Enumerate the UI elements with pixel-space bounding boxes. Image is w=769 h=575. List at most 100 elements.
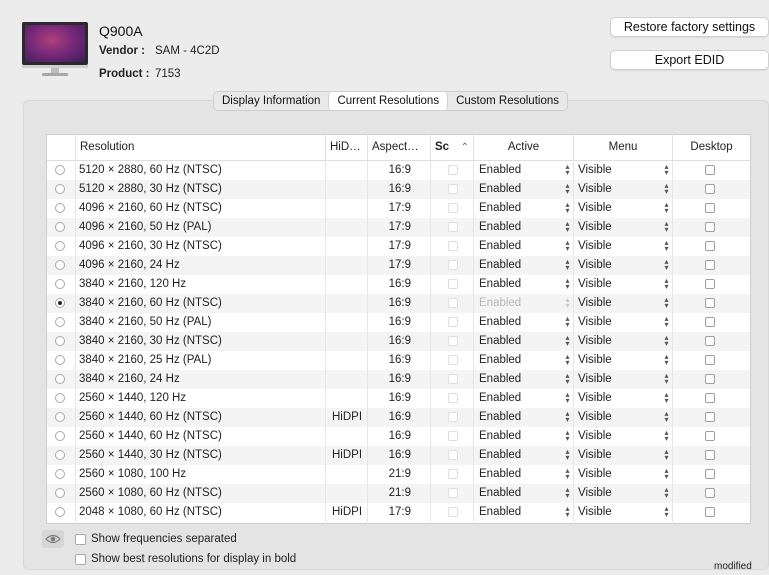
header-hidpi[interactable]: HiD… — [326, 135, 368, 160]
table-row[interactable]: 2560 × 1080, 60 Hz (NTSC) 21:9 Enabled ▴ ▾ Vi… — [47, 484, 750, 503]
row-select-radio[interactable] — [55, 279, 65, 289]
table-row[interactable]: 5120 × 2880, 30 Hz (NTSC) 16:9 Enabled ▴ ▾ Vi… — [47, 180, 750, 199]
desktop-checkbox[interactable] — [705, 241, 715, 251]
menu-popup[interactable]: Visible — [578, 484, 658, 503]
table-row[interactable]: 3840 × 2160, 50 Hz (PAL) 16:9 Enabled ▴ ▾ Vis… — [47, 313, 750, 332]
active-popup[interactable]: Enabled — [479, 237, 559, 256]
table-row[interactable]: 4096 × 2160, 60 Hz (NTSC) 17:9 Enabled ▴ ▾ Vi… — [47, 199, 750, 218]
table-row[interactable]: 2048 × 1080, 60 Hz (NTSC) HiDPI 17:9 Enable… — [47, 503, 750, 522]
menu-popup[interactable]: Visible — [578, 465, 658, 484]
active-popup[interactable]: Enabled — [479, 161, 559, 180]
table-row[interactable]: 3840 × 2160, 60 Hz (NTSC) 16:9 Enabled ▴ ▾ Vi… — [47, 294, 750, 313]
menu-popup[interactable]: Visible — [578, 294, 658, 313]
row-select-radio[interactable] — [55, 507, 65, 517]
table-row[interactable]: 2560 × 1440, 60 Hz (NTSC) HiDPI 16:9 Enable… — [47, 408, 750, 427]
show-frequencies-checkbox[interactable] — [75, 534, 86, 545]
row-select-radio[interactable] — [55, 336, 65, 346]
desktop-checkbox[interactable] — [705, 336, 715, 346]
header-sc[interactable]: Sc ⌃ — [431, 135, 474, 160]
menu-popup[interactable]: Visible — [578, 256, 658, 275]
row-select-radio[interactable] — [55, 222, 65, 232]
menu-popup[interactable]: Visible — [578, 313, 658, 332]
menu-popup[interactable]: Visible — [578, 370, 658, 389]
table-row[interactable]: 2560 × 1080, 100 Hz 21:9 Enabled ▴ ▾ Visible ▴… — [47, 465, 750, 484]
active-popup[interactable]: Enabled — [479, 332, 559, 351]
table-row[interactable]: 3840 × 2160, 30 Hz (NTSC) 16:9 Enabled ▴ ▾ Vi… — [47, 332, 750, 351]
tab-current-resolutions[interactable]: Current Resolutions — [328, 92, 449, 110]
header-aspect[interactable]: Aspect… — [368, 135, 431, 160]
header-select[interactable] — [47, 135, 76, 160]
row-select-radio[interactable] — [55, 450, 65, 460]
show-best-checkbox[interactable] — [75, 554, 86, 565]
menu-popup[interactable]: Visible — [578, 218, 658, 237]
row-select-radio[interactable] — [55, 317, 65, 327]
active-popup[interactable]: Enabled — [479, 465, 559, 484]
desktop-checkbox[interactable] — [705, 203, 715, 213]
eye-button[interactable] — [42, 530, 64, 548]
menu-popup[interactable]: Visible — [578, 332, 658, 351]
menu-popup[interactable]: Visible — [578, 237, 658, 256]
menu-popup[interactable]: Visible — [578, 351, 658, 370]
active-popup[interactable]: Enabled — [479, 275, 559, 294]
active-popup[interactable]: Enabled — [479, 427, 559, 446]
active-popup[interactable]: Enabled — [479, 180, 559, 199]
row-select-radio[interactable] — [55, 260, 65, 270]
table-row[interactable]: 2560 × 1440, 60 Hz (NTSC) 16:9 Enabled ▴ ▾ Vi… — [47, 427, 750, 446]
active-popup[interactable]: Enabled — [479, 446, 559, 465]
table-row[interactable]: 3840 × 2160, 25 Hz (PAL) 16:9 Enabled ▴ ▾ Vis… — [47, 351, 750, 370]
desktop-checkbox[interactable] — [705, 222, 715, 232]
desktop-checkbox[interactable] — [705, 355, 715, 365]
desktop-checkbox[interactable] — [705, 507, 715, 517]
menu-popup[interactable]: Visible — [578, 389, 658, 408]
header-resolution[interactable]: Resolution — [76, 135, 326, 160]
menu-popup[interactable]: Visible — [578, 503, 658, 522]
active-popup[interactable]: Enabled — [479, 294, 559, 313]
header-desktop[interactable]: Desktop — [673, 135, 750, 160]
row-select-radio[interactable] — [55, 488, 65, 498]
active-popup[interactable]: Enabled — [479, 351, 559, 370]
table-row[interactable]: 4096 × 2160, 24 Hz 17:9 Enabled ▴ ▾ Visible ▴ ▾ — [47, 256, 750, 275]
active-popup[interactable]: Enabled — [479, 313, 559, 332]
desktop-checkbox[interactable] — [705, 317, 715, 327]
tab-display-information[interactable]: Display Information — [214, 92, 328, 110]
desktop-checkbox[interactable] — [705, 184, 715, 194]
header-menu[interactable]: Menu — [574, 135, 673, 160]
desktop-checkbox[interactable] — [705, 165, 715, 175]
active-popup[interactable]: Enabled — [479, 218, 559, 237]
table-row[interactable]: 2560 × 1440, 30 Hz (NTSC) HiDPI 16:9 Enable… — [47, 446, 750, 465]
table-row[interactable]: 4096 × 2160, 50 Hz (PAL) 17:9 Enabled ▴ ▾ Vis… — [47, 218, 750, 237]
active-popup[interactable]: Enabled — [479, 503, 559, 522]
tab-custom-resolutions[interactable]: Custom Resolutions — [448, 92, 567, 110]
desktop-checkbox[interactable] — [705, 450, 715, 460]
row-select-radio[interactable] — [55, 355, 65, 365]
menu-popup[interactable]: Visible — [578, 446, 658, 465]
table-row[interactable]: 5120 × 2880, 60 Hz (NTSC) 16:9 Enabled ▴ ▾ Vi… — [47, 161, 750, 180]
row-select-radio[interactable] — [55, 184, 65, 194]
desktop-checkbox[interactable] — [705, 260, 715, 270]
export-edid-button[interactable]: Export EDID — [610, 50, 769, 70]
active-popup[interactable]: Enabled — [479, 199, 559, 218]
row-select-radio[interactable] — [55, 203, 65, 213]
desktop-checkbox[interactable] — [705, 298, 715, 308]
desktop-checkbox[interactable] — [705, 279, 715, 289]
row-select-radio[interactable] — [55, 469, 65, 479]
desktop-checkbox[interactable] — [705, 374, 715, 384]
table-row[interactable]: 4096 × 2160, 30 Hz (NTSC) 17:9 Enabled ▴ ▾ Vi… — [47, 237, 750, 256]
active-popup[interactable]: Enabled — [479, 389, 559, 408]
menu-popup[interactable]: Visible — [578, 180, 658, 199]
header-active[interactable]: Active — [474, 135, 574, 160]
row-select-radio[interactable] — [55, 393, 65, 403]
desktop-checkbox[interactable] — [705, 488, 715, 498]
row-select-radio[interactable] — [55, 374, 65, 384]
menu-popup[interactable]: Visible — [578, 408, 658, 427]
row-select-radio[interactable] — [55, 241, 65, 251]
active-popup[interactable]: Enabled — [479, 408, 559, 427]
desktop-checkbox[interactable] — [705, 412, 715, 422]
menu-popup[interactable]: Visible — [578, 427, 658, 446]
table-row[interactable]: 3840 × 2160, 120 Hz 16:9 Enabled ▴ ▾ Visible ▴… — [47, 275, 750, 294]
active-popup[interactable]: Enabled — [479, 256, 559, 275]
menu-popup[interactable]: Visible — [578, 161, 658, 180]
row-select-radio[interactable] — [55, 412, 65, 422]
row-select-radio[interactable] — [55, 165, 65, 175]
menu-popup[interactable]: Visible — [578, 275, 658, 294]
